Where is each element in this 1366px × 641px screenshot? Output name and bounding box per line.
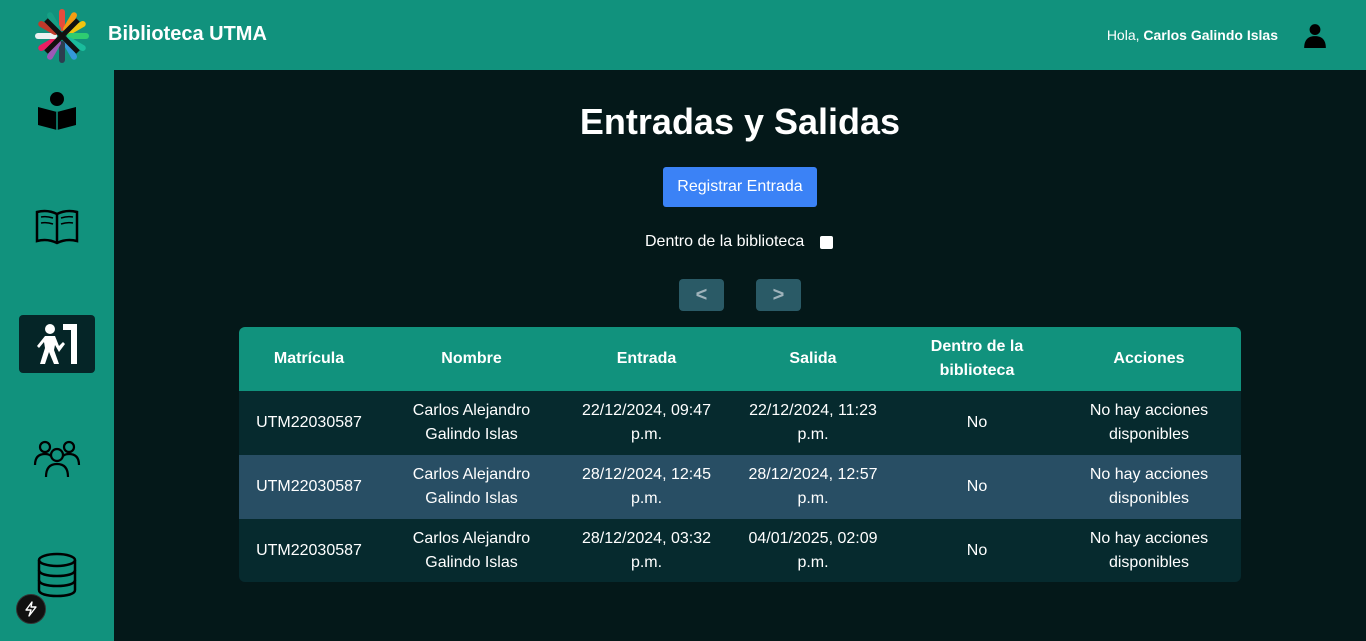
cell-nombre: Carlos Alejandro Galindo Islas [412, 530, 531, 571]
user-greeting: Hola, Carlos Galindo Islas [1107, 27, 1278, 43]
utma-logo-icon[interactable] [34, 8, 90, 64]
entries-table: Matrícula Nombre Entrada Salida Dentro d… [239, 327, 1241, 582]
greeting-prefix: Hola, [1106, 27, 1140, 43]
cell-dentro: No [966, 542, 988, 559]
prev-page-button[interactable]: < [679, 279, 724, 311]
cell-matricula: UTM22030587 [256, 542, 362, 559]
dev-tools-badge[interactable] [16, 594, 46, 624]
column-header: Dentro de la biblioteca [930, 338, 1024, 379]
database-icon [37, 552, 77, 598]
cell-entrada: 22/12/2024, 09:47 p.m. [581, 402, 711, 443]
table-row: UTM22030587 Carlos Alejandro Galindo Isl… [239, 519, 1241, 582]
cell-salida: 04/01/2025, 02:09 p.m. [748, 530, 878, 571]
column-header: Acciones [1113, 350, 1185, 367]
cell-matricula: UTM22030587 [256, 414, 362, 431]
register-entry-button[interactable]: Registrar Entrada [663, 167, 817, 207]
cell-salida: 22/12/2024, 11:23 p.m. [749, 402, 877, 443]
cell-nombre: Carlos Alejandro Galindo Islas [412, 402, 531, 443]
cell-nombre: Carlos Alejandro Galindo Islas [412, 466, 531, 507]
column-header: Nombre [441, 350, 502, 367]
cell-acciones: No hay acciones disponibles [1089, 530, 1209, 571]
sidebar-item-books[interactable] [19, 198, 95, 256]
cell-acciones: No hay acciones disponibles [1089, 402, 1209, 443]
cell-dentro: No [966, 414, 988, 431]
cell-entrada: 28/12/2024, 12:45 p.m. [581, 466, 711, 507]
table-row: UTM22030587 Carlos Alejandro Galindo Isl… [239, 391, 1241, 455]
lightning-bolt-icon [25, 601, 37, 617]
column-header: Entrada [616, 350, 677, 367]
cell-acciones: No hay acciones disponibles [1089, 466, 1209, 507]
user-name: Carlos Galindo Islas [1143, 27, 1278, 43]
inside-library-filter: Dentro de la biblioteca [645, 233, 834, 251]
users-group-icon [33, 440, 81, 478]
column-header: Salida [789, 350, 837, 367]
column-header: Matrícula [273, 350, 345, 367]
inside-library-checkbox[interactable] [820, 235, 834, 249]
main-content: Entradas y Salidas Registrar Entrada Den… [114, 70, 1366, 641]
cell-salida: 28/12/2024, 12:57 p.m. [748, 466, 878, 507]
app-title[interactable]: Biblioteca UTMA [108, 23, 267, 46]
page-title: Entradas y Salidas [579, 101, 901, 142]
sidebar-item-entries-exits[interactable] [19, 315, 95, 373]
cell-matricula: UTM22030587 [256, 478, 362, 495]
open-book-icon [35, 209, 79, 245]
cell-dentro: No [966, 478, 988, 495]
table-row: UTM22030587 Carlos Alejandro Galindo Isl… [239, 455, 1241, 519]
cell-entrada: 28/12/2024, 03:32 p.m. [581, 530, 711, 571]
table-header-row: Matrícula Nombre Entrada Salida Dentro d… [239, 327, 1241, 391]
next-page-button[interactable]: > [756, 279, 801, 311]
sidebar [0, 70, 114, 641]
person-exit-door-icon [37, 324, 77, 364]
top-bar: Biblioteca UTMA Hola, Carlos Galindo Isl… [0, 0, 1366, 70]
user-icon[interactable] [1302, 22, 1328, 48]
sidebar-item-users[interactable] [19, 430, 95, 488]
sidebar-item-reader[interactable] [19, 82, 95, 140]
filter-label: Dentro de la biblioteca [645, 233, 805, 250]
person-reading-icon [38, 92, 76, 130]
